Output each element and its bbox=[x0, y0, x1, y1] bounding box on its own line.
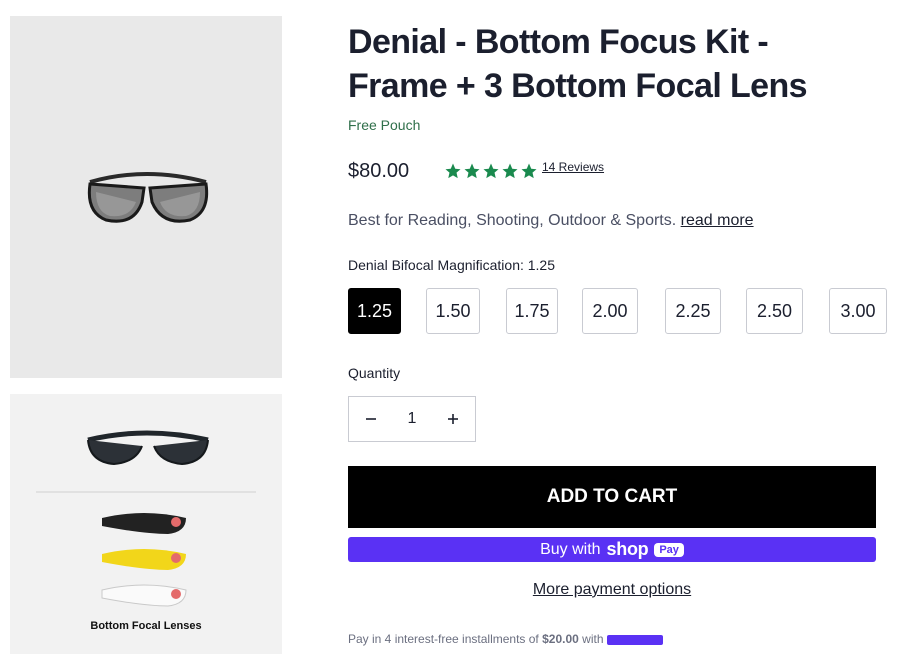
minus-icon bbox=[366, 418, 376, 420]
product-image-main[interactable] bbox=[10, 16, 282, 378]
star-icon bbox=[521, 163, 537, 179]
quantity-decrease-button[interactable] bbox=[349, 397, 393, 441]
variant-option-1-75[interactable]: 1.75 bbox=[506, 288, 558, 334]
more-payment-options-link[interactable]: More payment options bbox=[348, 581, 876, 599]
quantity-increase-button[interactable] bbox=[431, 397, 475, 441]
add-to-cart-button[interactable]: ADD TO CART bbox=[348, 466, 876, 528]
plus-icon bbox=[448, 414, 458, 424]
quantity-input[interactable] bbox=[393, 397, 431, 441]
variant-option-2-00[interactable]: 2.00 bbox=[582, 288, 638, 334]
variant-label: Denial Bifocal Magnification: 1.25 bbox=[348, 257, 556, 273]
variant-option-2-25[interactable]: 2.25 bbox=[665, 288, 721, 334]
installments-with: with bbox=[582, 632, 604, 646]
shop-pay-buy-with: Buy with bbox=[540, 540, 601, 558]
product-price: $80.00 bbox=[348, 160, 410, 182]
variant-option-1-50[interactable]: 1.50 bbox=[426, 288, 480, 334]
quantity-label: Quantity bbox=[348, 365, 401, 381]
lens-caption: Bottom Focal Lenses bbox=[90, 620, 201, 632]
product-subtitle: Free Pouch bbox=[348, 117, 421, 133]
quantity-stepper bbox=[348, 396, 476, 442]
variant-option-2-50[interactable]: 2.50 bbox=[746, 288, 803, 334]
read-more-link[interactable]: read more bbox=[681, 212, 754, 229]
star-icon bbox=[464, 163, 480, 179]
description-text: Best for Reading, Shooting, Outdoor & Sp… bbox=[348, 212, 677, 229]
lens-set-image: Bottom Focal Lenses bbox=[36, 430, 256, 632]
rating-stars[interactable] bbox=[444, 162, 538, 180]
installments-message: Pay in 4 interest-free installments of $… bbox=[348, 632, 663, 646]
reviews-link[interactable]: 14 Reviews bbox=[542, 160, 604, 174]
star-icon bbox=[483, 163, 499, 179]
shop-pay-logo-icon bbox=[606, 634, 663, 645]
pay-badge: Pay bbox=[654, 542, 684, 557]
product-image-lenses[interactable]: Bottom Focal Lenses bbox=[10, 394, 282, 654]
product-description: Best for Reading, Shooting, Outdoor & Sp… bbox=[348, 212, 754, 230]
shop-logo: shop bbox=[606, 539, 649, 559]
installments-amount: $20.00 bbox=[542, 632, 579, 646]
product-title: Denial - Bottom Focus Kit - Frame + 3 Bo… bbox=[348, 23, 808, 105]
variant-option-3-00[interactable]: 3.00 bbox=[829, 288, 887, 334]
star-icon bbox=[502, 163, 518, 179]
shop-pay-button[interactable]: Buy with shop Pay bbox=[348, 537, 876, 562]
variant-option-1-25[interactable]: 1.25 bbox=[348, 288, 401, 334]
installments-text: Pay in 4 interest-free installments of bbox=[348, 632, 539, 646]
star-icon bbox=[445, 163, 461, 179]
glasses-image bbox=[87, 172, 209, 223]
